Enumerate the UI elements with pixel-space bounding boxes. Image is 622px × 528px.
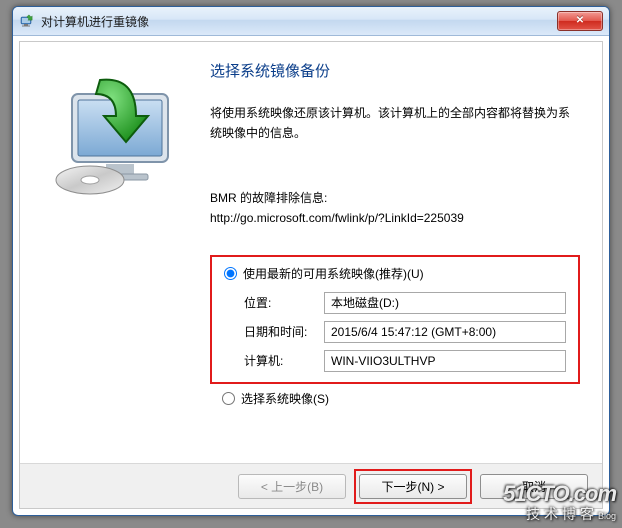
cancel-button[interactable]: 取消 xyxy=(480,474,588,499)
radio-select[interactable] xyxy=(222,392,235,405)
radio-recommended-label: 使用最新的可用系统映像(推荐)(U) xyxy=(243,265,424,282)
next-button-highlight: 下一步(N) > xyxy=(354,469,472,504)
dialog-window: 对计算机进行重镜像 ✕ xyxy=(12,6,610,516)
bmr-url: http://go.microsoft.com/fwlink/p/?LinkId… xyxy=(210,211,464,225)
radio-recommended-row[interactable]: 使用最新的可用系统映像(推荐)(U) xyxy=(224,265,566,282)
bmr-label: BMR 的故障排除信息: xyxy=(210,191,327,205)
footer: < 上一步(B) 下一步(N) > 取消 xyxy=(20,463,602,508)
location-label: 位置: xyxy=(244,294,324,311)
computer-label: 计算机: xyxy=(244,352,324,369)
computer-value: WIN-VIIO3ULTHVP xyxy=(324,350,566,372)
bmr-info: BMR 的故障排除信息: http://go.microsoft.com/fwl… xyxy=(210,188,580,229)
location-value: 本地磁盘(D:) xyxy=(324,292,566,314)
radio-recommended[interactable] xyxy=(224,267,237,280)
radio-select-label: 选择系统映像(S) xyxy=(241,390,329,407)
close-button[interactable]: ✕ xyxy=(557,11,603,31)
page-description: 将使用系统映像还原该计算机。该计算机上的全部内容都将替换为系统映像中的信息。 xyxy=(210,103,580,144)
titlebar[interactable]: 对计算机进行重镜像 ✕ xyxy=(13,7,609,36)
back-button[interactable]: < 上一步(B) xyxy=(238,474,346,499)
datetime-label: 日期和时间: xyxy=(244,323,324,340)
content: 选择系统镜像备份 将使用系统映像还原该计算机。该计算机上的全部内容都将替换为系统… xyxy=(20,42,602,464)
client-area: 选择系统镜像备份 将使用系统映像还原该计算机。该计算机上的全部内容都将替换为系统… xyxy=(19,41,603,509)
app-icon xyxy=(19,13,35,29)
window-title: 对计算机进行重镜像 xyxy=(41,13,557,30)
wizard-icon-column xyxy=(42,58,192,464)
text-column: 选择系统镜像备份 将使用系统映像还原该计算机。该计算机上的全部内容都将替换为系统… xyxy=(210,58,580,464)
close-icon: ✕ xyxy=(576,16,584,26)
next-button[interactable]: 下一步(N) > xyxy=(359,474,467,499)
radio-select-row[interactable]: 选择系统映像(S) xyxy=(222,390,580,407)
system-image-icon xyxy=(42,66,192,216)
datetime-value: 2015/6/4 15:47:12 (GMT+8:00) xyxy=(324,321,566,343)
page-heading: 选择系统镜像备份 xyxy=(210,60,580,81)
recommended-option-group: 使用最新的可用系统映像(推荐)(U) 位置: 本地磁盘(D:) 日期和时间: 2… xyxy=(210,255,580,384)
